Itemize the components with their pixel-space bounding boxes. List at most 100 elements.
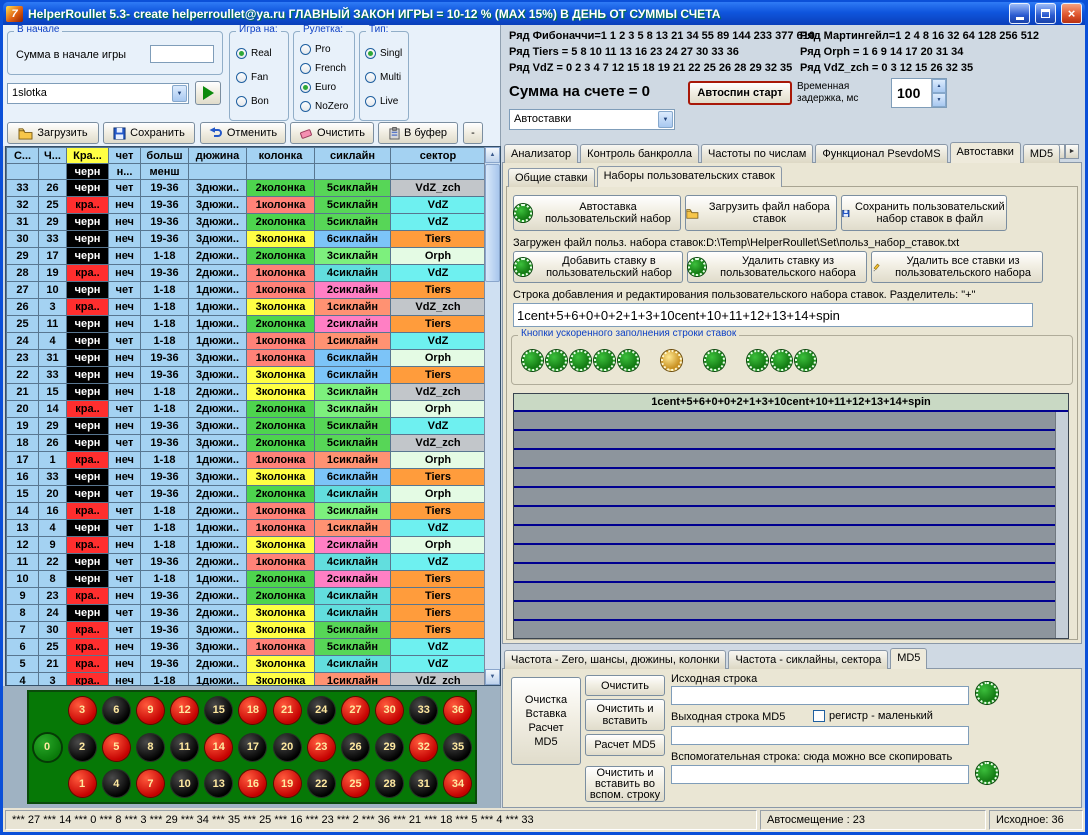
- list-scrollbar[interactable]: [1055, 412, 1068, 638]
- number-26[interactable]: 26: [342, 734, 369, 761]
- bet-list-row[interactable]: [514, 469, 1068, 488]
- spin-up-icon[interactable]: ▲: [932, 79, 946, 93]
- number-15[interactable]: 15: [205, 697, 232, 724]
- table-row[interactable]: 3129черннеч19-363дюжи..2колонка5сиклайнV…: [7, 214, 486, 231]
- bet-list-row[interactable]: [514, 488, 1068, 507]
- radio-nozero[interactable]: NoZero: [300, 99, 348, 113]
- tab-md5-panel[interactable]: MD5: [890, 648, 927, 669]
- bet-list-row[interactable]: [514, 583, 1068, 602]
- table-row[interactable]: 1633черннеч19-363дюжи..3колонка6сиклайнT…: [7, 469, 486, 486]
- bet-list-row[interactable]: [514, 545, 1068, 564]
- load-bet-set-file-button[interactable]: Загрузить файл набора ставок: [685, 195, 837, 231]
- md5-clear-paste-calc-button[interactable]: Очистка Вставка Расчет MD5: [511, 677, 581, 765]
- table-row[interactable]: 1122чернчет19-362дюжи..1колонка4сиклайнV…: [7, 554, 486, 571]
- number-zero[interactable]: 0: [34, 734, 61, 761]
- chevron-down-icon[interactable]: ▼: [658, 111, 673, 128]
- quick-chip-button[interactable]: [704, 350, 725, 371]
- register-checkbox[interactable]: [813, 710, 825, 722]
- undo-button[interactable]: Отменить: [200, 122, 286, 144]
- chevron-down-icon[interactable]: ▼: [172, 85, 187, 102]
- table-row[interactable]: 2917черннеч1-182дюжи..2колонка3сиклайнOr…: [7, 248, 486, 265]
- table-row[interactable]: 244чернчет1-181дюжи..1колонка1сиклайнVdZ: [7, 333, 486, 350]
- number-36[interactable]: 36: [444, 697, 471, 724]
- table-row[interactable]: 1416кра..чет1-182дюжи..1колонка3сиклайнT…: [7, 503, 486, 520]
- tab-number-frequencies[interactable]: Частоты по числам: [701, 144, 813, 163]
- bet-list-row[interactable]: [514, 564, 1068, 583]
- register-checkbox-row[interactable]: регистр - маленький: [813, 710, 933, 722]
- number-21[interactable]: 21: [274, 697, 301, 724]
- number-32[interactable]: 32: [410, 734, 437, 761]
- md5-helper-input[interactable]: [671, 765, 969, 784]
- add-bet-button[interactable]: Добавить ставку в пользовательский набор: [513, 251, 683, 283]
- slot-combobox[interactable]: 1slotka ▼: [7, 83, 189, 104]
- number-30[interactable]: 30: [376, 697, 403, 724]
- quick-chip-button[interactable]: [570, 350, 591, 371]
- md5-clear-paste-helper-button[interactable]: Очистить и вставить во вспом. строку: [585, 766, 665, 802]
- number-22[interactable]: 22: [308, 770, 335, 797]
- bet-list-row[interactable]: [514, 412, 1068, 431]
- table-row[interactable]: 2014кра..чет1-182дюжи..2колонка3сиклайнO…: [7, 401, 486, 418]
- number-18[interactable]: 18: [239, 697, 266, 724]
- scrollbar-thumb[interactable]: [485, 164, 500, 282]
- collapse-button[interactable]: -: [463, 122, 483, 144]
- table-row[interactable]: 2331черннеч19-363дюжи..1колонка6сиклайнO…: [7, 350, 486, 367]
- number-31[interactable]: 31: [410, 770, 437, 797]
- number-29[interactable]: 29: [376, 734, 403, 761]
- number-6[interactable]: 6: [103, 697, 130, 724]
- number-19[interactable]: 19: [274, 770, 301, 797]
- table-row[interactable]: 1520чернчет19-362дюжи..2колонка4сиклайнO…: [7, 486, 486, 503]
- bet-list-row[interactable]: [514, 621, 1068, 639]
- maximize-button[interactable]: [1035, 3, 1056, 24]
- bet-list-row[interactable]: [514, 450, 1068, 469]
- tab-autobets[interactable]: Автоставки: [950, 142, 1021, 163]
- radio-multi[interactable]: Multi: [365, 70, 401, 84]
- number-23[interactable]: 23: [308, 734, 335, 761]
- number-14[interactable]: 14: [205, 734, 232, 761]
- bet-set-list[interactable]: 1cent+5+6+0+0+2+1+3+10cent+10+11+12+13+1…: [513, 393, 1069, 639]
- tab-freq-zero-chances[interactable]: Частота - Zero, шансы, дюжины, колонки: [504, 650, 726, 669]
- number-11[interactable]: 11: [171, 734, 198, 761]
- autospin-start-button[interactable]: Автоспин старт: [688, 81, 792, 105]
- table-row[interactable]: 3225кра..неч19-363дюжи..1колонка5сиклайн…: [7, 197, 486, 214]
- autobet-user-set-button[interactable]: Автоставка пользовательский набор: [513, 195, 681, 231]
- md5-output-input[interactable]: [671, 726, 969, 745]
- number-28[interactable]: 28: [376, 770, 403, 797]
- bet-list-row[interactable]: [514, 602, 1068, 621]
- bet-list-row[interactable]: [514, 526, 1068, 545]
- subtab-user-bet-sets[interactable]: Наборы пользовательских ставок: [597, 166, 782, 187]
- number-2[interactable]: 2: [69, 734, 96, 761]
- clear-button[interactable]: Очистить: [290, 122, 374, 144]
- radio-pro[interactable]: Pro: [300, 42, 331, 56]
- table-row[interactable]: 2115черннеч1-182дюжи..3колонка3сиклайнVd…: [7, 384, 486, 401]
- table-row[interactable]: 134чернчет1-181дюжи..1колонка1сиклайнVdZ: [7, 520, 486, 537]
- close-button[interactable]: ×: [1061, 3, 1082, 24]
- table-row[interactable]: 1826чернчет19-363дюжи..2колонка5сиклайнV…: [7, 435, 486, 452]
- table-row[interactable]: 2710чернчет1-181дюжи..1колонка2сиклайнTi…: [7, 282, 486, 299]
- table-row[interactable]: 923кра..неч19-362дюжи..2колонка4сиклайнT…: [7, 588, 486, 605]
- table-row[interactable]: 3326чернчет19-363дюжи..2колонка5сиклайнV…: [7, 180, 486, 197]
- tab-md5[interactable]: MD5: [1023, 144, 1060, 163]
- remove-bet-button[interactable]: Удалить ставку из пользовательского набо…: [687, 251, 867, 283]
- radio-singl[interactable]: Singl: [365, 46, 402, 60]
- number-33[interactable]: 33: [410, 697, 437, 724]
- zero-cell[interactable]: 0: [29, 692, 65, 802]
- remove-all-bets-button[interactable]: Удалить все ставки из пользовательского …: [871, 251, 1043, 283]
- quick-chip-button[interactable]: [795, 350, 816, 371]
- number-10[interactable]: 10: [171, 770, 198, 797]
- number-35[interactable]: 35: [444, 734, 471, 761]
- autobets-combobox[interactable]: Автоставки ▼: [509, 109, 675, 130]
- to-buffer-button[interactable]: В буфер: [378, 122, 458, 144]
- radio-bon[interactable]: Bon: [236, 94, 269, 108]
- scroll-up-icon[interactable]: ▲: [485, 147, 500, 163]
- quick-chip-button[interactable]: [594, 350, 615, 371]
- md5-clear-button[interactable]: Очистить: [585, 675, 665, 696]
- tab-scroll-right-icon[interactable]: ►: [1065, 144, 1079, 159]
- md5-source-chip-button[interactable]: [976, 682, 998, 704]
- number-13[interactable]: 13: [205, 770, 232, 797]
- quick-chip-button[interactable]: [618, 350, 639, 371]
- table-row[interactable]: 2819кра..неч19-362дюжи..1колонка4сиклайн…: [7, 265, 486, 282]
- radio-euro[interactable]: Euro: [300, 80, 336, 94]
- tab-bankroll[interactable]: Контроль банкролла: [580, 144, 699, 163]
- start-sum-input[interactable]: [150, 45, 214, 63]
- table-row[interactable]: 171кра..неч1-181дюжи..1колонка1сиклайнOr…: [7, 452, 486, 469]
